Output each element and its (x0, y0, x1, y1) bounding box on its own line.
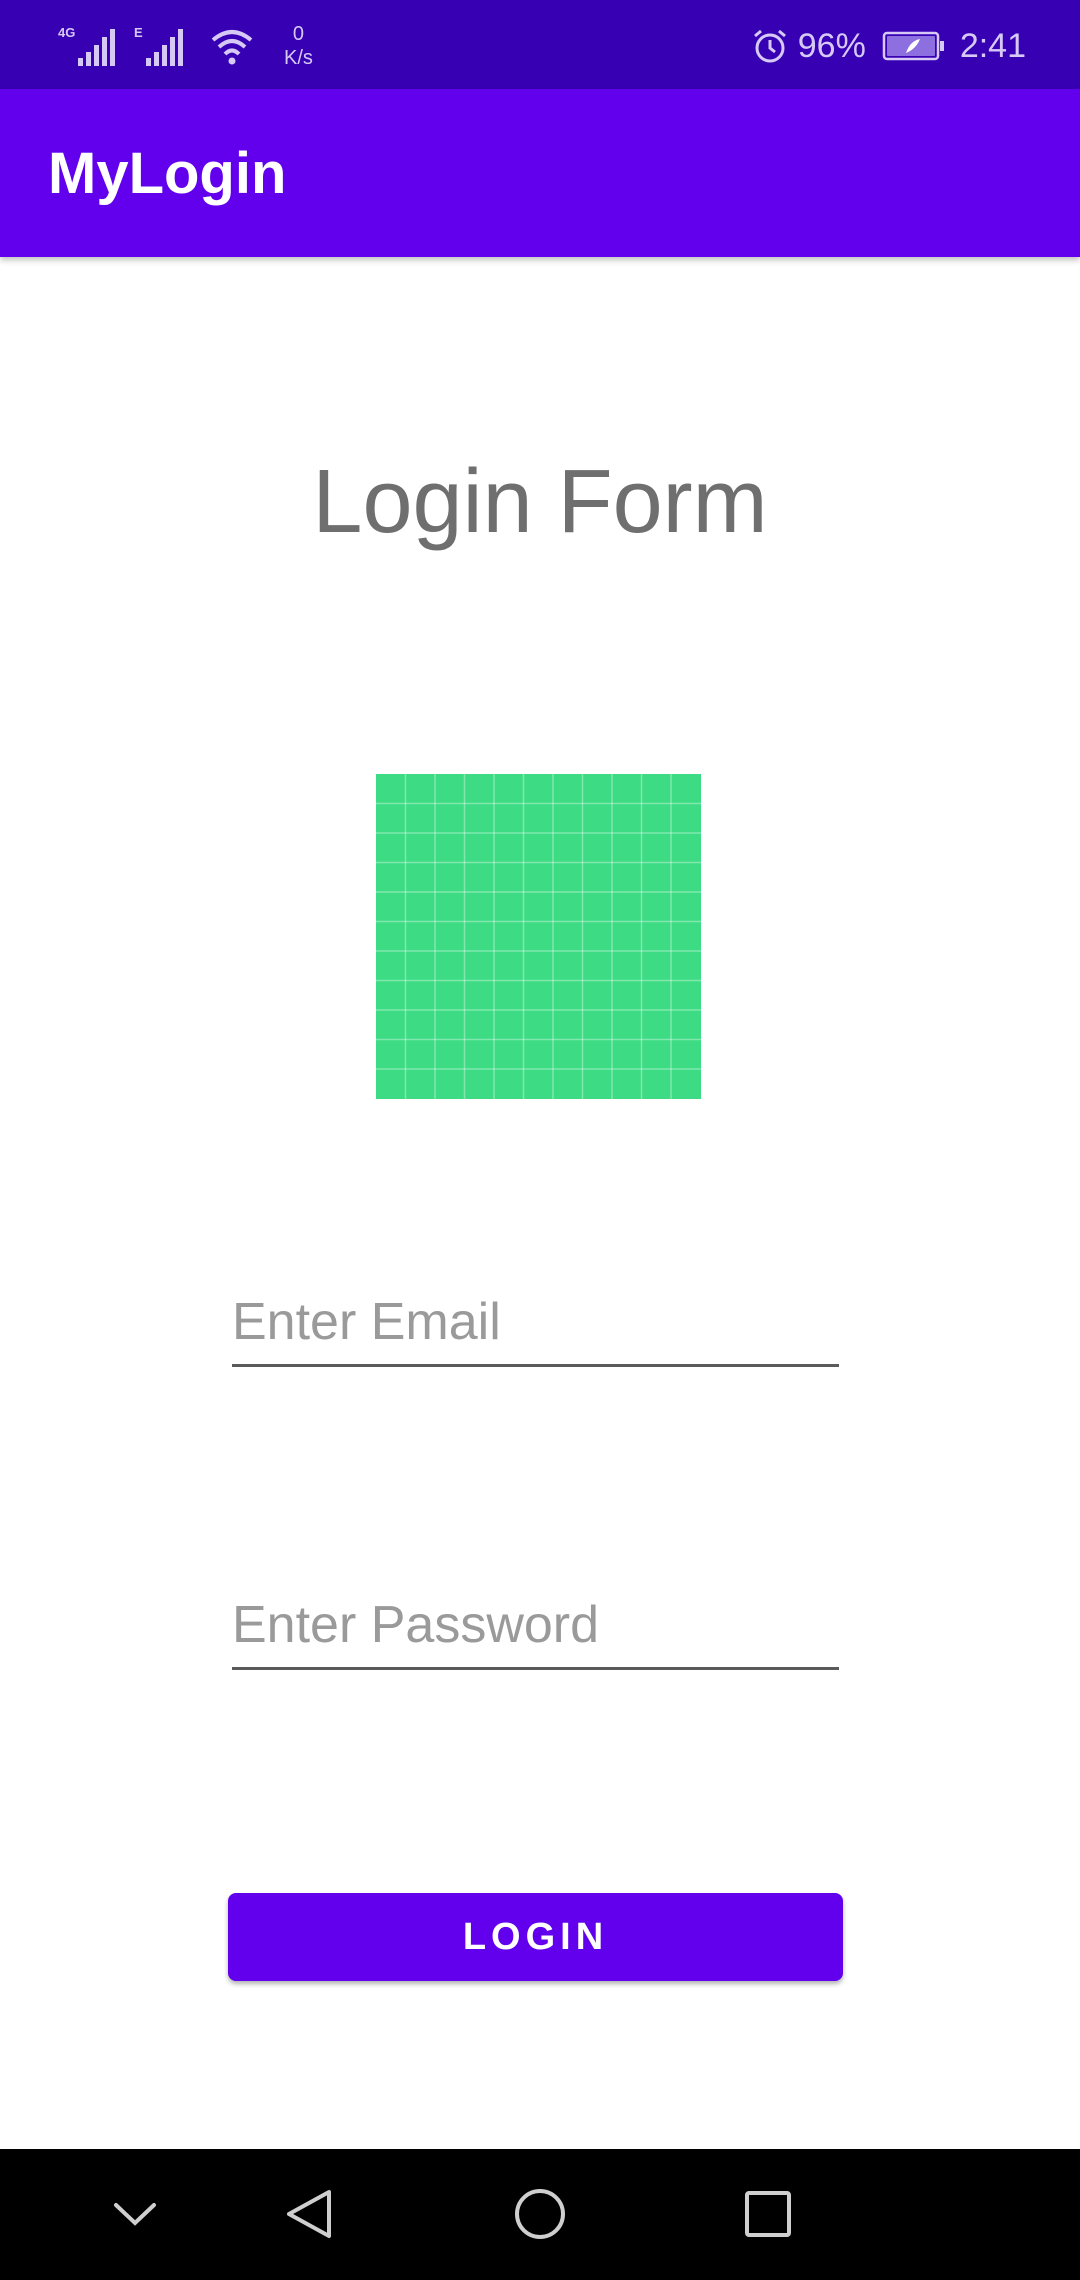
wifi-icon (211, 30, 253, 65)
cellular-e-icon: E (134, 24, 192, 68)
login-button[interactable]: LOGIN (228, 1893, 843, 1981)
network-speed-value: 0 (292, 23, 305, 45)
network-type-label: 4G (58, 25, 76, 40)
battery-percent: 96% (797, 26, 866, 65)
home-button[interactable] (505, 2179, 575, 2249)
alarm-icon (753, 29, 786, 63)
clock: 2:41 (959, 26, 1026, 65)
password-field[interactable] (232, 1583, 839, 1670)
recents-button[interactable] (733, 2179, 803, 2249)
status-right: 96% 2:41 (752, 18, 1026, 74)
login-screen: 4G E 0 K/s 96% 2:41 MyLogin Login Form E… (0, 0, 1080, 2280)
status-bar: 4G E 0 K/s 96% 2:41 (0, 0, 1080, 89)
network-speed-unit: K/s (284, 47, 313, 69)
network-speed: 0 K/s (284, 22, 313, 70)
home-icon (515, 2189, 565, 2239)
cellular-4g-icon: 4G (58, 24, 116, 68)
hide-nav-button[interactable] (100, 2179, 170, 2249)
status-left: 4G E 0 K/s (58, 18, 313, 74)
app-title: MyLogin (48, 141, 287, 206)
page-title: Login Form (312, 452, 768, 552)
back-button[interactable] (274, 2179, 344, 2249)
chevron-down-icon (114, 2203, 156, 2226)
recents-icon (745, 2191, 791, 2237)
email-field[interactable] (232, 1280, 839, 1367)
navigation-bar (0, 2149, 1080, 2280)
network-type-label-2: E (134, 25, 143, 40)
placeholder-image (376, 774, 701, 1099)
battery-charging-icon (882, 31, 944, 61)
app-bar: MyLogin (0, 89, 1080, 257)
back-icon (287, 2190, 331, 2238)
